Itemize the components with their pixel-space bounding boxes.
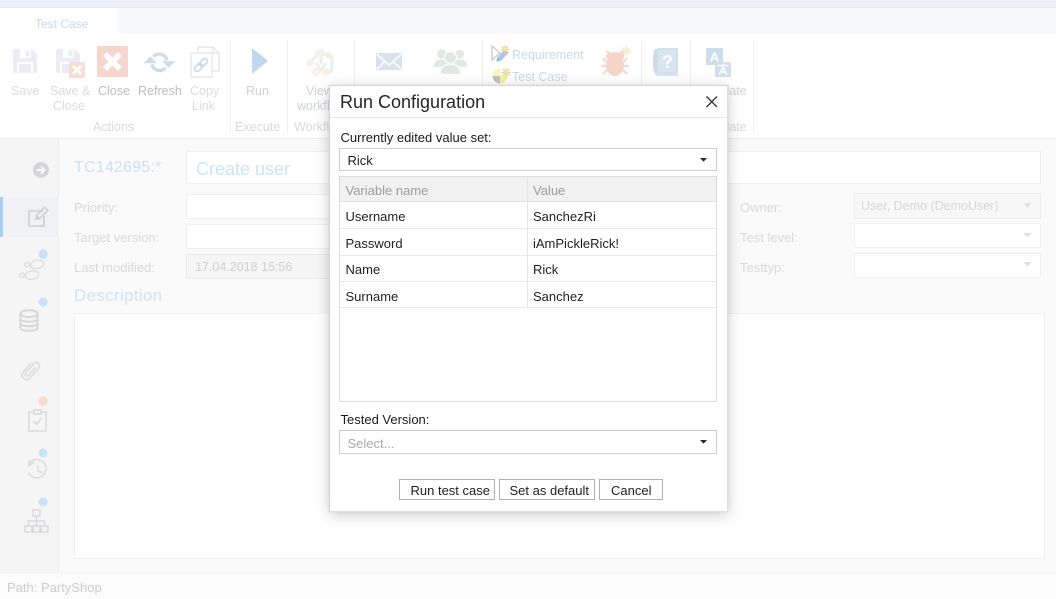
svg-text:?: ? xyxy=(662,52,673,72)
